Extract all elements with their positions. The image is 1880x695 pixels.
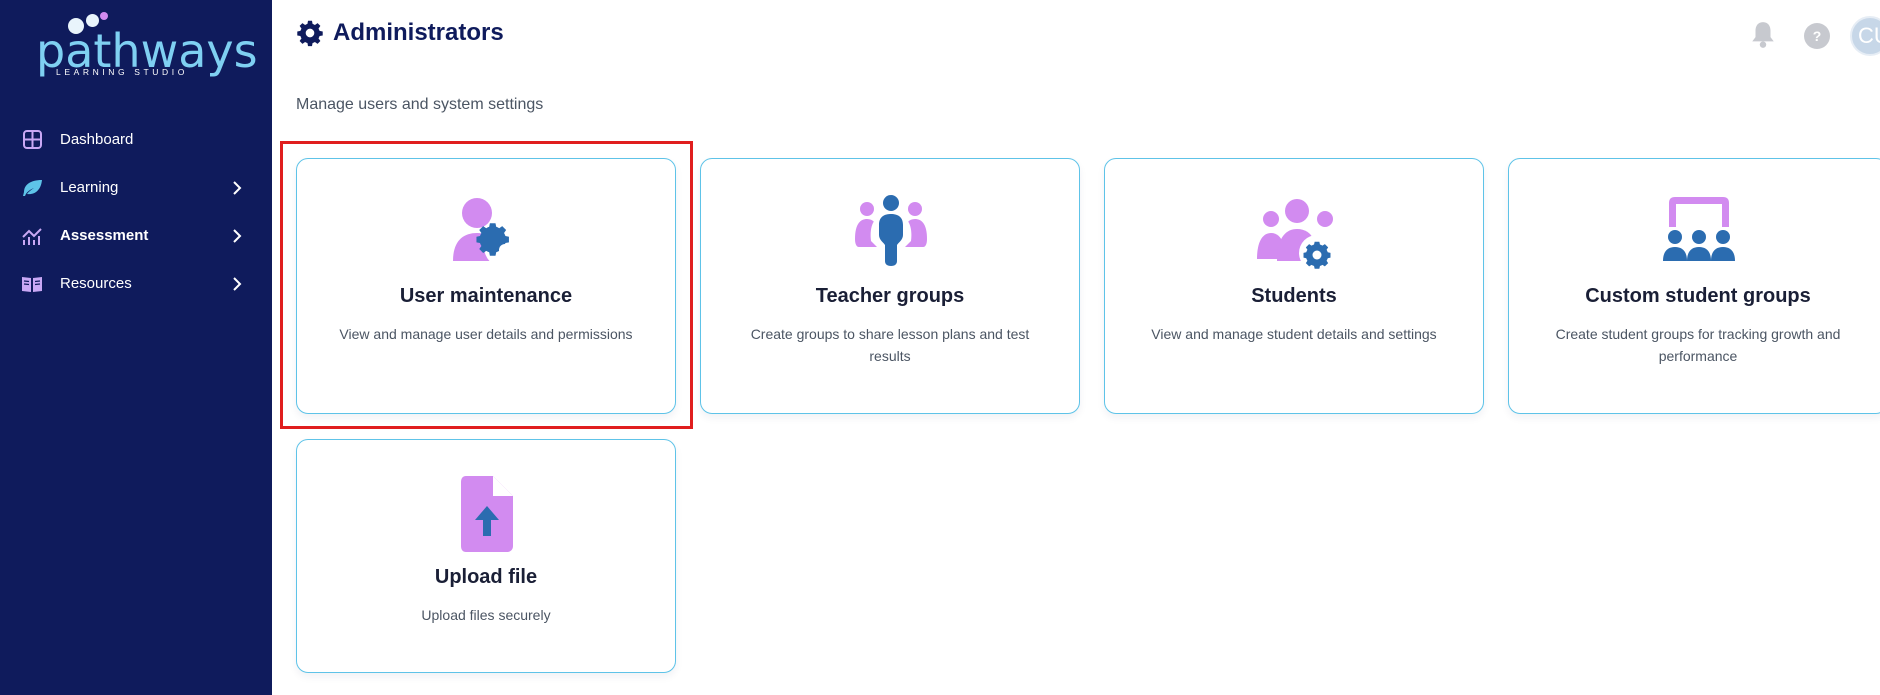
sidebar-item-assessment[interactable]: Assessment [0,212,272,260]
leaf-icon [23,180,42,196]
card-description: View and manage user details and permiss… [339,326,633,342]
card-title: Upload file [434,566,538,588]
card-title: User maintenance [399,285,573,307]
chevron-right-icon [233,181,242,195]
avatar[interactable]: CU [1850,16,1880,56]
page-title: Administrators [333,19,504,46]
dashboard-grid-icon [23,130,42,149]
page-subtitle: Manage users and system settings [296,96,544,113]
card-user-maintenance[interactable]: User maintenance View and manage user de… [296,158,676,414]
user-gear-icon [453,198,526,268]
card-upload-file[interactable]: Upload file Upload files securely [296,439,676,673]
card-description: Create groups to share lesson plans and … [750,326,1030,364]
chart-line-icon [22,228,42,245]
card-description: Create student groups for tracking growt… [1555,326,1841,364]
students-gear-icon [1257,199,1335,271]
sidebar-item-resources[interactable]: Resources [0,260,272,308]
sidebar-item-learning[interactable]: Learning [0,164,272,212]
card-description: View and manage student details and sett… [1151,326,1437,342]
sidebar-item-label: Resources [60,275,132,292]
card-students[interactable]: Students View and manage student details… [1104,158,1484,414]
card-title: Teacher groups [815,285,965,307]
sidebar-item-label: Learning [60,179,119,196]
sidebar-nav: Dashboard Learning Assessment Resources [0,116,272,308]
card-teacher-groups[interactable]: Teacher groups Create groups to share le… [700,158,1080,414]
card-description: Upload files securely [421,607,551,623]
sidebar-item-label: Dashboard [60,131,134,148]
pathways-logo[interactable]: pathways LEARNING STUDIO [36,10,258,82]
help-button[interactable]: ? [1804,23,1830,49]
chevron-right-icon [233,277,242,291]
sidebar-item-label: Assessment [60,227,149,244]
card-custom-student-groups[interactable]: Custom student groups Create student gro… [1508,158,1880,414]
teacher-group-icon [855,195,927,266]
page-header: Administrators [296,18,504,48]
file-upload-icon [461,476,513,552]
card-title: Students [1251,285,1337,307]
bell-icon[interactable] [1750,20,1776,50]
card-title: Custom student groups [1585,285,1811,307]
gear-icon [297,20,323,47]
book-open-icon [22,277,42,292]
sidebar: pathways LEARNING STUDIO Dashboard Learn… [0,0,272,695]
topbar-actions: ? CU [1740,16,1880,56]
chevron-right-icon [233,229,242,243]
sidebar-item-dashboard[interactable]: Dashboard [0,116,272,164]
custom-groups-icon [1663,197,1735,261]
logo-dot [100,12,108,20]
logo-subtitle: LEARNING STUDIO [56,67,188,77]
